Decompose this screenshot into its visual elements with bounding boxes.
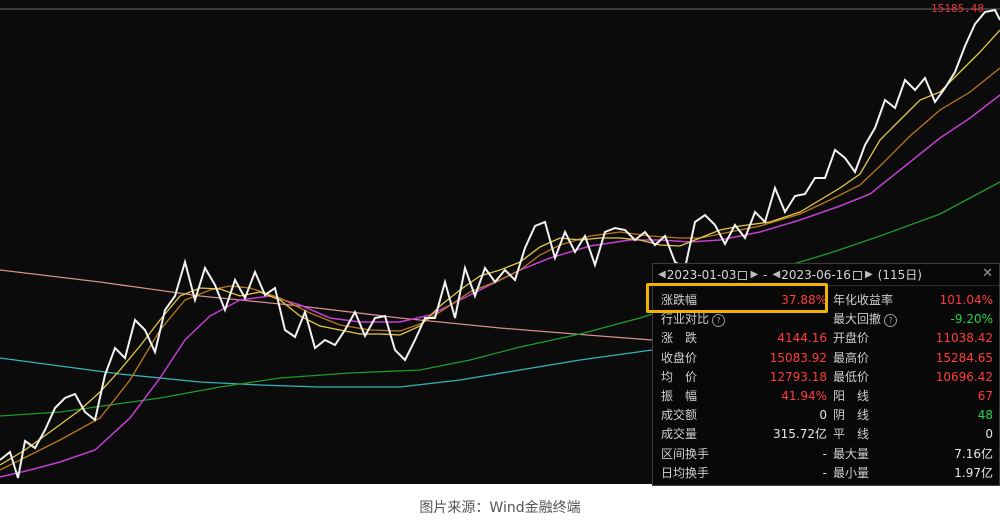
- stat-label: 振 幅: [661, 389, 698, 403]
- stat-label: 涨 跌: [661, 331, 698, 346]
- stat-row: 年化收益率 101.04%: [833, 291, 993, 310]
- stat-label: 平 线: [833, 427, 870, 442]
- stat-value: 0: [985, 427, 993, 442]
- date-separator: -: [763, 267, 768, 282]
- help-icon[interactable]: ?: [712, 314, 726, 328]
- stat-row: 日均换手 -: [661, 464, 827, 483]
- stat-value: 10696.42: [935, 369, 993, 384]
- stat-row: 开盘价 11038.42: [833, 329, 993, 348]
- stat-value: 67: [977, 389, 993, 403]
- stat-value: 0: [819, 408, 827, 423]
- stat-label: 阳 线: [833, 389, 870, 403]
- stat-label: 最大量: [833, 446, 870, 461]
- stat-value: 1.97亿: [954, 465, 993, 480]
- end-calendar-icon[interactable]: [852, 271, 862, 280]
- stat-value: 4144.16: [777, 331, 827, 346]
- stat-label: 最大回撤: [833, 312, 882, 327]
- ma-cyan-line: [0, 349, 653, 388]
- trading-days: (115日): [877, 268, 922, 282]
- stat-row: 涨 跌 4144.16: [661, 329, 827, 348]
- stat-value: 101.04%: [939, 293, 993, 307]
- stat-value: 48: [977, 408, 993, 423]
- stat-value: 11038.42: [935, 331, 993, 346]
- stat-value: 12793.18: [769, 369, 827, 384]
- ma-pink-line: [0, 269, 653, 341]
- stat-label: 最高价: [833, 350, 870, 365]
- start-date[interactable]: 2023-01-03: [667, 268, 737, 282]
- stat-row: 区间换手 -: [661, 445, 827, 464]
- stat-label: 日均换手: [661, 465, 710, 480]
- help-icon[interactable]: ?: [884, 314, 898, 328]
- stat-row: 成交额 0: [661, 406, 827, 425]
- stat-label: 区间换手: [661, 446, 710, 461]
- stat-label: 成交量: [661, 427, 698, 442]
- start-calendar-icon[interactable]: [738, 271, 748, 280]
- stat-row: 最低价 10696.42: [833, 368, 993, 387]
- stat-label: 行业对比: [661, 312, 710, 327]
- stat-row: 收盘价 15083.92: [661, 349, 827, 368]
- stat-value: 7.16亿: [954, 446, 993, 461]
- stat-label: 年化收益率: [833, 293, 894, 307]
- stat-value: 15284.65: [935, 350, 993, 365]
- stat-row: 均 价 12793.18: [661, 368, 827, 387]
- prev-end-arrow-icon[interactable]: ◀: [773, 269, 781, 280]
- stat-value: -: [822, 446, 827, 461]
- stat-row: 振 幅 41.94%: [661, 387, 827, 406]
- next-start-arrow-icon[interactable]: ▶: [750, 269, 758, 280]
- stat-label: 最小量: [833, 465, 870, 480]
- close-icon[interactable]: ✕: [982, 266, 993, 281]
- stat-label: 均 价: [661, 369, 698, 384]
- stat-value: 315.72亿: [773, 427, 827, 442]
- stat-label: 收盘价: [661, 350, 698, 365]
- stat-row: 行业对比?: [661, 310, 827, 329]
- stat-value: -9.20%: [950, 312, 993, 327]
- stat-row: 最大量 7.16亿: [833, 445, 993, 464]
- stat-row: 阴 线 48: [833, 406, 993, 425]
- stat-label: 最低价: [833, 369, 870, 384]
- end-date[interactable]: 2023-06-16: [781, 268, 851, 282]
- stat-row: 成交量 315.72亿: [661, 425, 827, 444]
- stat-value: 41.94%: [781, 389, 827, 403]
- image-caption: 图片来源：Wind金融终端: [419, 500, 581, 516]
- stat-label: 成交额: [661, 408, 698, 423]
- next-end-arrow-icon[interactable]: ▶: [865, 269, 873, 280]
- stat-label: 开盘价: [833, 331, 870, 346]
- stat-row: 最小量 1.97亿: [833, 464, 993, 483]
- stat-label: 阴 线: [833, 408, 870, 423]
- stat-value: 15083.92: [769, 350, 827, 365]
- stat-row: 阳 线 67: [833, 387, 993, 406]
- stat-row: 最高价 15284.65: [833, 349, 993, 368]
- prev-start-arrow-icon[interactable]: ◀: [658, 269, 666, 280]
- highlight-box: [646, 283, 828, 313]
- stat-row: 平 线 0: [833, 425, 993, 444]
- stat-row: 最大回撤? -9.20%: [833, 310, 993, 329]
- stat-value: -: [822, 465, 827, 480]
- latest-price-label: 15185.48: [931, 2, 984, 15]
